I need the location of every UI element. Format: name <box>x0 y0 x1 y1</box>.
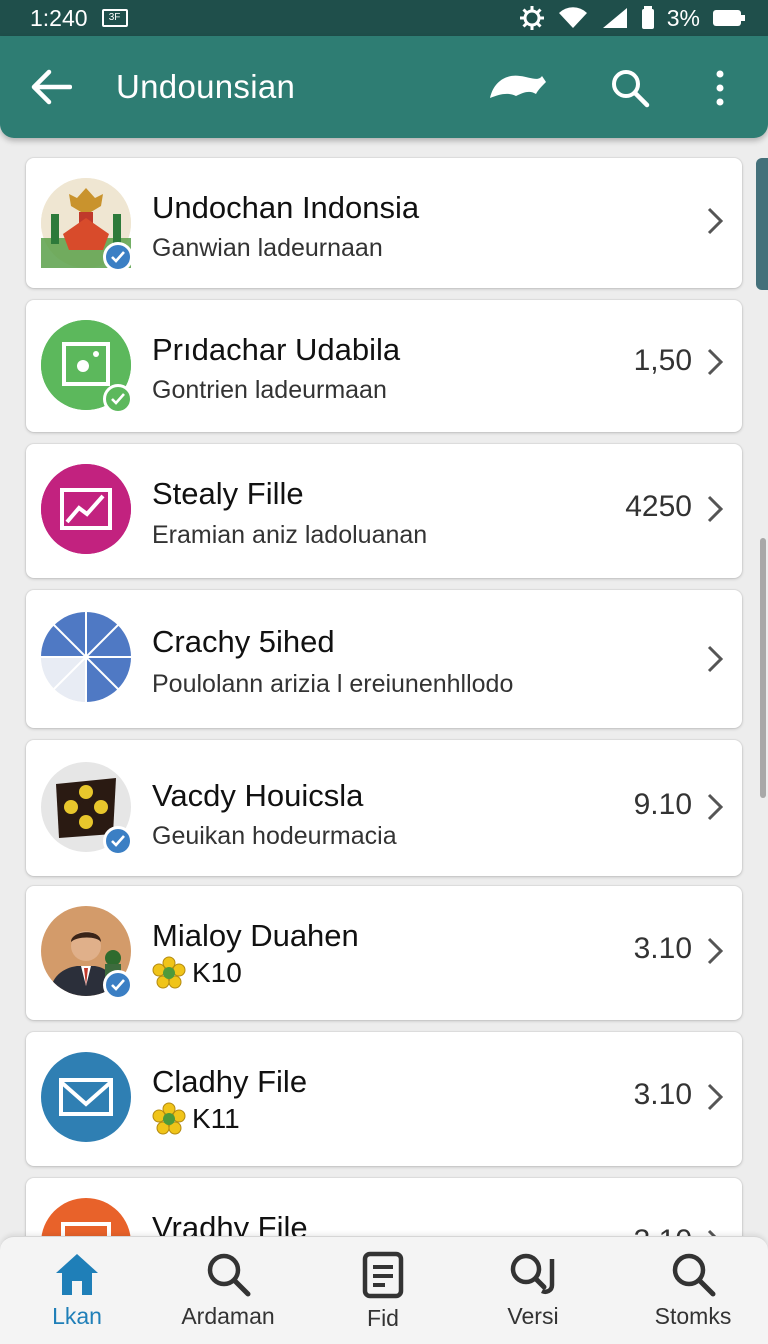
item-subtitle: Geuikan hodeurmacia <box>152 822 397 850</box>
battery-percent: 3% <box>666 4 700 31</box>
search-icon[interactable] <box>610 68 650 108</box>
item-name: Mialoy Duahen <box>152 918 359 953</box>
nav-label: Lkan <box>52 1303 102 1329</box>
nav-search[interactable]: Ardaman <box>163 1251 293 1341</box>
search-person-icon <box>510 1253 555 1294</box>
verified-icon <box>103 384 133 414</box>
signal-icon <box>602 8 627 28</box>
avatar <box>41 464 131 554</box>
nav-label: Fid <box>367 1305 399 1331</box>
home-icon <box>56 1254 98 1295</box>
mail-icon <box>41 1052 131 1142</box>
status-time: 1:240 <box>30 4 88 31</box>
nav-label: Ardaman <box>181 1303 275 1329</box>
avatar <box>41 1052 131 1142</box>
avatar <box>41 612 131 702</box>
nav-feed[interactable]: Fid <box>318 1251 448 1341</box>
wifi-icon <box>558 7 587 29</box>
gear-icon <box>519 6 544 30</box>
status-bar: 1:240 3F 3% <box>0 0 768 36</box>
sim-icon: 3F <box>101 9 128 27</box>
list-item[interactable]: Crachy 5ihed Poulolann arizia l ereiunen… <box>26 590 742 728</box>
side-edge-tab[interactable] <box>756 158 768 290</box>
item-subtitle: Eramian aniz ladoluanan <box>152 521 428 549</box>
battery-small-icon <box>641 6 654 29</box>
avatar <box>41 178 133 272</box>
list-item[interactable]: Undochan Indonsia Ganwian ladeurnaan <box>26 158 742 288</box>
nav-label: Stomks <box>654 1303 732 1329</box>
avatar <box>41 320 133 414</box>
item-name: Crachy 5ihed <box>152 624 335 659</box>
chevron-right-icon <box>707 1083 724 1111</box>
scrollbar[interactable] <box>760 538 766 798</box>
chevron-right-icon <box>707 348 724 376</box>
chevron-right-icon <box>707 645 724 673</box>
list-item[interactable]: Stealy Fille Eramian aniz ladoluanan 425… <box>26 444 742 578</box>
page-title: Undounsian <box>116 68 296 105</box>
bottom-nav: Lkan Ardaman Fid Versi Stomks <box>0 1236 768 1344</box>
chevron-right-icon <box>707 495 724 523</box>
list-item[interactable]: Mialoy Duahen K10 3.10 <box>26 886 742 1020</box>
back-arrow-icon[interactable] <box>30 68 72 106</box>
search-icon <box>672 1253 716 1297</box>
nav-label: Versi <box>507 1303 559 1329</box>
verified-icon <box>103 826 133 856</box>
item-subtitle-row: K10 <box>152 956 242 990</box>
item-subtitle: K11 <box>192 1103 240 1134</box>
item-subtitle-row: K11 <box>152 1102 240 1136</box>
item-subtitle: K10 <box>192 957 242 988</box>
list-item[interactable]: Cladhy File K11 3.10 <box>26 1032 742 1166</box>
verified-icon <box>103 970 133 1000</box>
avatar <box>41 906 133 1000</box>
list-item[interactable]: Vacdy Houicsla Geuikan hodeurmacia 9.10 <box>26 740 742 876</box>
item-value: 3.10 <box>633 1078 692 1111</box>
item-subtitle: Ganwian ladeurnaan <box>152 234 383 262</box>
item-value: 4250 <box>625 490 692 523</box>
item-name: Prıdachar Udabila <box>152 332 401 367</box>
nav-home[interactable]: Lkan <box>12 1251 142 1341</box>
item-name: Cladhy File <box>152 1064 308 1099</box>
more-vert-icon[interactable] <box>710 68 730 108</box>
battery-icon <box>713 10 745 26</box>
item-subtitle: Poulolann arizia l ereiunenhllodo <box>152 670 514 698</box>
nav-versi[interactable]: Versi <box>468 1251 598 1341</box>
turtle-icon[interactable] <box>486 70 548 104</box>
item-value: 9.10 <box>633 788 692 821</box>
item-subtitle: Gontrien ladeurmaan <box>152 376 387 404</box>
pie-icon <box>41 612 131 702</box>
document-icon <box>362 1251 404 1299</box>
chevron-right-icon <box>707 793 724 821</box>
chart-icon <box>41 464 131 554</box>
item-name: Vacdy Houicsla <box>152 778 364 813</box>
chevron-right-icon <box>707 937 724 965</box>
item-name: Stealy Fille <box>152 476 304 511</box>
verified-icon <box>103 242 133 272</box>
nav-stomks[interactable]: Stomks <box>628 1251 758 1341</box>
item-name: Undochan Indonsia <box>152 190 420 225</box>
item-value: 1,50 <box>633 344 692 377</box>
item-value: 3.10 <box>633 932 692 965</box>
flower-badge-icon <box>152 956 186 989</box>
app-bar: Undounsian <box>0 36 768 138</box>
flower-badge-icon <box>152 1102 186 1135</box>
chevron-right-icon <box>707 207 724 235</box>
list-item[interactable]: Prıdachar Udabila Gontrien ladeurmaan 1,… <box>26 300 742 432</box>
search-icon <box>207 1253 251 1297</box>
avatar <box>41 762 133 856</box>
